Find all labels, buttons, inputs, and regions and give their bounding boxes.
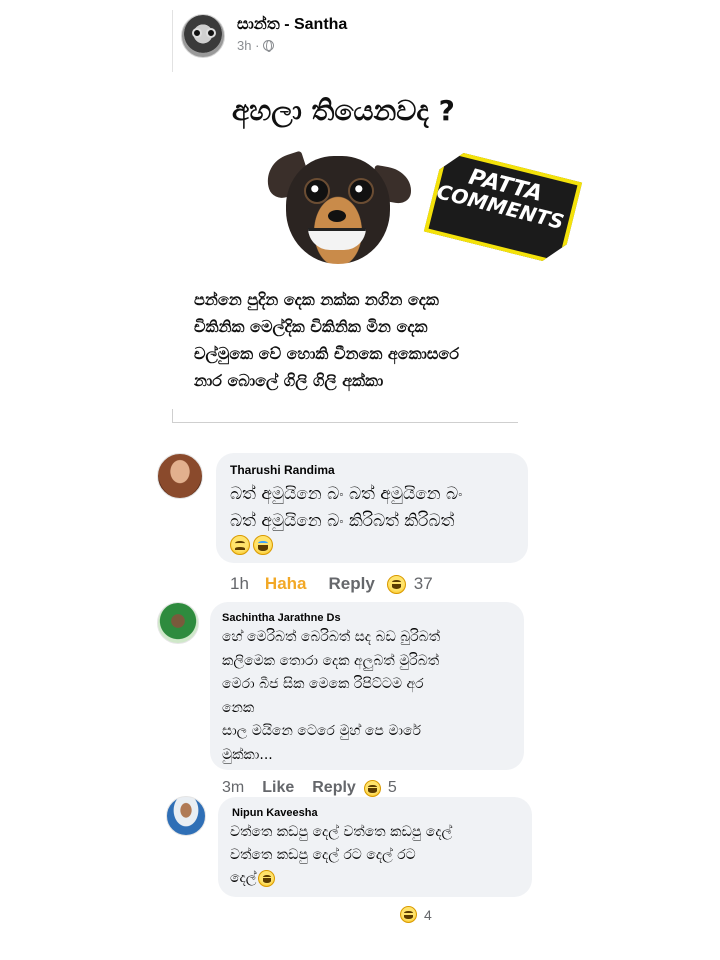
commenter-avatar[interactable] bbox=[157, 602, 199, 644]
comment-line: වත්තෙ කඩපු දෙල් රට දෙල් රට bbox=[230, 847, 416, 863]
comment-line: වත්තෙ කඩපු දෙල් වත්තෙ කඩපු දෙල් bbox=[230, 824, 453, 840]
sad-face-emoji-icon bbox=[230, 535, 250, 555]
author-name[interactable]: සාන්ත - Santha bbox=[237, 16, 347, 34]
comment-actions: 1h Haha Reply 37 bbox=[230, 574, 433, 594]
comment-bubble: Tharushi Randima බත් අමුයිනෙ බං බත් අමුය… bbox=[216, 453, 528, 563]
avatar-dog-eye-right bbox=[206, 28, 216, 38]
globe-icon bbox=[263, 40, 275, 52]
dog-eye-right bbox=[348, 178, 374, 204]
comment-line: මුක්කා... bbox=[222, 746, 273, 763]
comment-line-text: දෙල් bbox=[230, 870, 257, 886]
haha-reaction-button[interactable]: Haha bbox=[265, 574, 307, 594]
poem-line: නාර බොලේ ගිලි ගිලි අක්කා bbox=[194, 371, 384, 390]
comment-line: කලිමෙක තොරා දෙක අලුබත් මුරිබත් bbox=[222, 652, 440, 669]
author-avatar[interactable] bbox=[181, 14, 225, 58]
dog-nose bbox=[328, 210, 346, 222]
comment-bubble: Nipun Kaveesha වත්තෙ කඩපු දෙල් වත්තෙ කඩප… bbox=[218, 797, 532, 897]
comment-line: දෙල් bbox=[230, 867, 452, 890]
comment-line: නෙක bbox=[222, 699, 255, 716]
reaction-count[interactable]: 4 bbox=[424, 907, 432, 923]
commenter-avatar[interactable] bbox=[166, 796, 206, 836]
reply-button[interactable]: Reply bbox=[329, 574, 375, 594]
post-header: සාන්ත - Santha 3h · bbox=[172, 10, 532, 72]
haha-emoji-icon bbox=[400, 906, 417, 923]
haha-emoji-icon bbox=[363, 779, 381, 797]
poem-line: පන්නෙ පුදින දෙක නක්ක නගින දෙක bbox=[194, 290, 439, 309]
post-meta: 3h · bbox=[237, 38, 275, 53]
comment-line: හේ මෙරිබත් බෙරිබත් සද බඩ බුරිබත් bbox=[222, 629, 441, 645]
comment-emojis bbox=[230, 535, 273, 555]
image-corner-divider bbox=[172, 409, 173, 423]
image-headline: අහලා තියෙනවද ? bbox=[232, 94, 455, 127]
avatar-dog-eye-left bbox=[192, 28, 202, 38]
comment-text: වත්තෙ කඩපු දෙල් වත්තෙ කඩපු දෙල් වත්තෙ කඩ… bbox=[230, 821, 452, 890]
comment-actions: 3m Like Reply 5 bbox=[222, 779, 397, 797]
haha-emoji-icon bbox=[386, 574, 406, 594]
comment-time[interactable]: 3m bbox=[222, 779, 244, 797]
reply-button[interactable]: Reply bbox=[312, 779, 356, 797]
dog-image bbox=[260, 150, 415, 268]
commenter-name[interactable]: Tharushi Randima bbox=[230, 463, 335, 477]
dog-eye-left bbox=[304, 178, 330, 204]
comment-line: බත් අමුයිනෙ බං බත් අමුයිනෙ බං bbox=[230, 484, 463, 504]
image-bottom-divider bbox=[172, 422, 518, 423]
reaction-count[interactable]: 37 bbox=[414, 574, 433, 594]
comment-line: සාල මයිනෙ ටෙරෙ මුහ් පෙ මාරේ bbox=[222, 723, 421, 739]
comment-actions: 4 bbox=[400, 906, 432, 923]
comment-time[interactable]: 1h bbox=[230, 574, 249, 594]
patta-comments-badge: PATTA COMMENTS bbox=[418, 156, 588, 266]
like-button[interactable]: Like bbox=[262, 779, 294, 797]
post-time[interactable]: 3h · bbox=[237, 38, 259, 53]
poem-line: චිකිනික මෙල්දික චිකිනික මින දෙක bbox=[194, 317, 428, 336]
commenter-name[interactable]: Sachintha Jarathne Ds bbox=[222, 612, 341, 624]
haha-emoji-icon bbox=[258, 869, 276, 887]
commenter-name[interactable]: Nipun Kaveesha bbox=[232, 807, 318, 819]
comment-bubble: Sachintha Jarathne Ds හේ මෙරිබත් බෙරිබත්… bbox=[210, 602, 524, 770]
comment-line: මෙරා බීජ සික මෙකෙ රිපිට්ටම අර bbox=[222, 676, 424, 692]
image-poem: පන්නෙ පුදින දෙක නක්ක නගින දෙක චිකිනික මෙ… bbox=[194, 286, 524, 394]
comment-text: බත් අමුයිනෙ බං බත් අමුයිනෙ බං බත් අමුයින… bbox=[230, 481, 462, 535]
comment-text: හේ මෙරිබත් බෙරිබත් සද බඩ බුරිබත් කලිමෙක … bbox=[222, 626, 440, 767]
reaction-count[interactable]: 5 bbox=[388, 779, 397, 797]
commenter-avatar[interactable] bbox=[157, 453, 203, 499]
comment-line: බත් අමුයිනෙ බං කිරිබත් කිරිබත් bbox=[230, 511, 455, 531]
poem-line: චල්මුකෙ වේ හොකි චීනකෙ අකොසරෙ bbox=[194, 344, 459, 363]
crying-laughing-emoji-icon bbox=[253, 535, 273, 555]
post-image[interactable]: අහලා තියෙනවද ? PATTA COMMENTS පන්නෙ පුදි… bbox=[172, 78, 518, 423]
